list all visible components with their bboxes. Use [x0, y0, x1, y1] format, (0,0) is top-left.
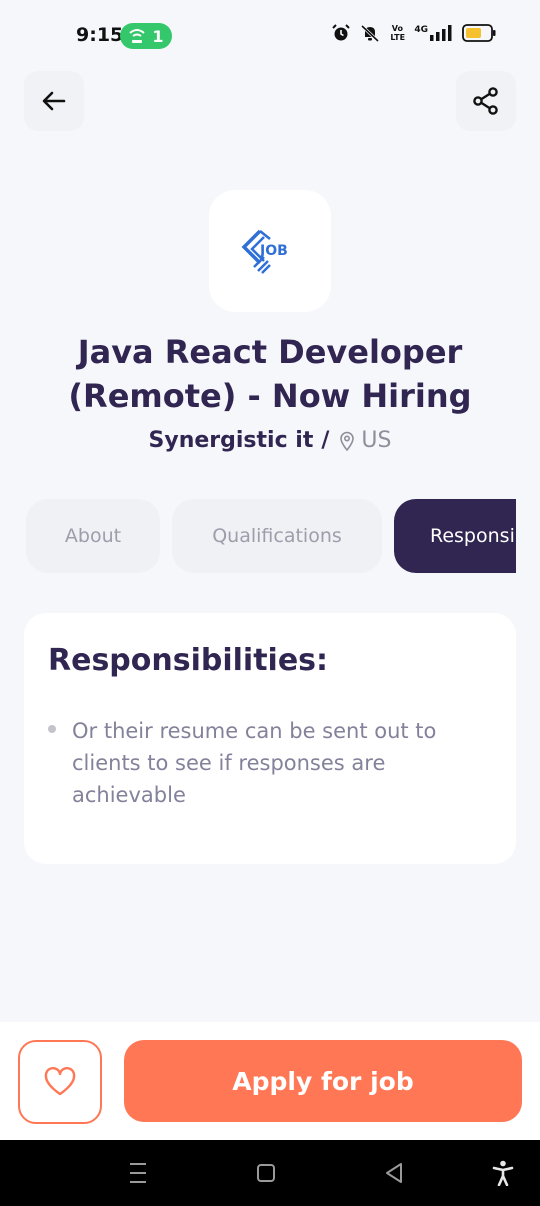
network-label: 4G: [414, 25, 428, 35]
accessibility-icon[interactable]: [492, 1160, 514, 1186]
battery-icon: [462, 24, 496, 42]
location-pin-icon: [340, 431, 355, 451]
heart-icon: [44, 1067, 76, 1096]
recent-apps-icon[interactable]: [128, 1160, 148, 1186]
back-icon[interactable]: [384, 1160, 404, 1186]
share-icon: [473, 87, 498, 115]
status-bar: 9:15 1 Vo LTE 4G: [0, 0, 540, 72]
responsibility-text: Or their resume can be sent out to clien…: [72, 719, 437, 807]
footer-actions: Apply for job: [0, 1022, 540, 1140]
company-logo: JOB: [209, 190, 331, 312]
job-logo-icon: JOB: [241, 229, 288, 274]
tab-bar: About Qualifications Responsibilities: [26, 499, 516, 575]
responsibilities-heading: Responsibilities:: [48, 643, 329, 678]
responsibilities-list: Or their resume can be sent out to clien…: [48, 715, 488, 811]
alarm-icon: [332, 24, 351, 41]
tab-qualifications[interactable]: Qualifications: [172, 499, 382, 573]
favorite-button[interactable]: [18, 1040, 102, 1124]
job-title: Java React Developer (Remote) - Now Hiri…: [68, 333, 472, 415]
back-button[interactable]: [24, 71, 84, 131]
job-location: US: [361, 428, 392, 453]
company-name: Synergistic it: [148, 428, 314, 453]
company-location-row: Synergistic it / US: [0, 428, 540, 453]
mute-icon: [361, 24, 380, 42]
status-time: 9:15: [76, 24, 124, 46]
arrow-left-icon: [42, 91, 66, 111]
hotspot-count: 1: [152, 26, 164, 46]
responsibilities-card: Responsibilities: Or their resume can be…: [24, 613, 516, 864]
share-button[interactable]: [456, 71, 516, 131]
wifi-hotspot-icon: [129, 29, 146, 43]
volte-icon: Vo LTE: [390, 24, 406, 42]
apply-button[interactable]: Apply for job: [124, 1040, 522, 1122]
tab-responsibilities[interactable]: Responsibilities: [394, 499, 516, 573]
home-icon[interactable]: [256, 1160, 276, 1186]
system-nav-bar: [0, 1140, 540, 1206]
tab-about[interactable]: About: [26, 499, 160, 573]
separator: /: [321, 428, 330, 453]
bullet-dot: [48, 725, 56, 733]
list-item: Or their resume can be sent out to clien…: [48, 715, 488, 811]
logo-text: JOB: [259, 243, 288, 259]
hotspot-badge: 1: [120, 23, 172, 49]
4g-signal-icon: 4G: [414, 25, 452, 41]
